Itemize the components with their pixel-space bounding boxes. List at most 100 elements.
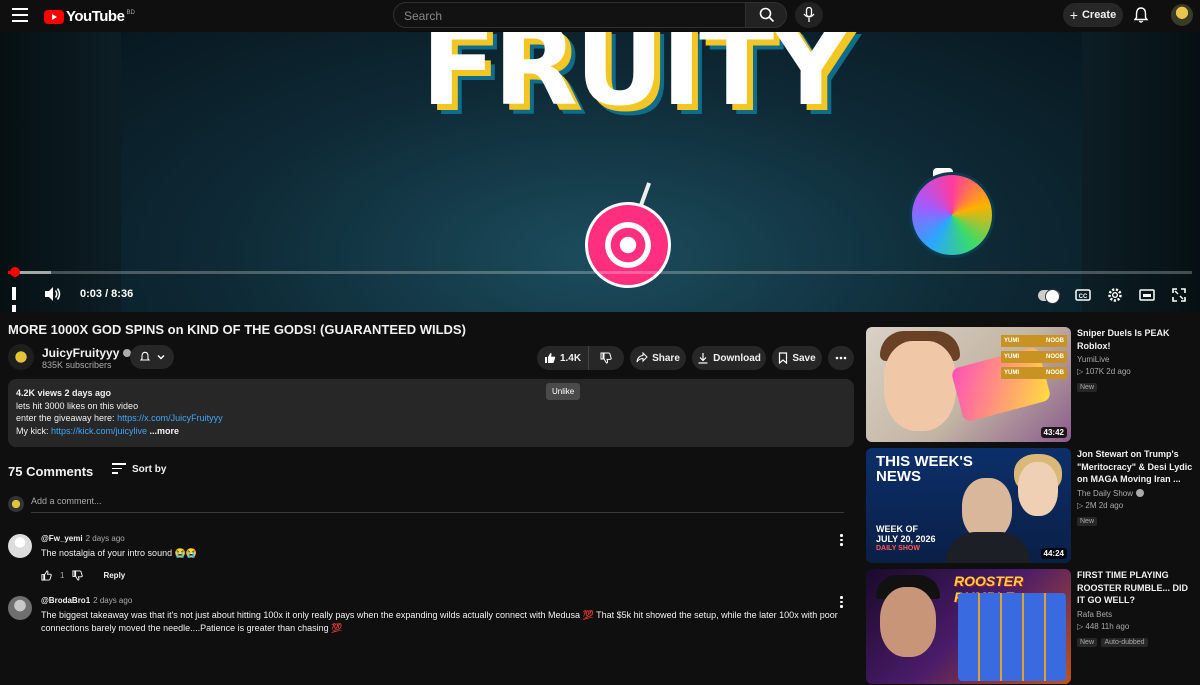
video-thumbnail[interactable]: YUMI NOOB YUMI NOOB YUMI NOOB 43:42 [866, 327, 1071, 442]
comment-time[interactable]: 2 days ago [86, 534, 125, 543]
recommended-video[interactable]: THIS WEEK'S NEWS WEEK OF JULY 20, 2026 DAIL… [866, 448, 1196, 564]
dislike-button[interactable] [589, 346, 623, 370]
volume-icon[interactable] [44, 286, 62, 302]
description-box[interactable]: 4.2K views 2 days ago lets hit 3000 like… [8, 379, 854, 447]
sort-icon [112, 463, 126, 477]
video-thumbnail[interactable]: THIS WEEK'S NEWS WEEK OF JULY 20, 2026 DAIL… [866, 448, 1071, 563]
comment-author[interactable]: @BrodaBro1 [41, 596, 90, 605]
save-label: Save [792, 352, 816, 364]
description-text: My kick: [16, 425, 51, 436]
video-player[interactable]: FRUITY 0:03 / 8:36 CC [0, 32, 1200, 312]
commenter-avatar[interactable] [8, 534, 32, 558]
commenter-avatar[interactable] [8, 596, 32, 620]
like-count: 1.4K [559, 352, 582, 364]
download-label: Download [713, 352, 761, 364]
pause-icon[interactable] [12, 287, 24, 312]
giveaway-link[interactable]: https://x.com/JuicyFruityyy [117, 413, 223, 423]
ornament-graphic [909, 172, 995, 258]
like-dislike-group: 1.4K [537, 346, 624, 370]
recommended-channel-name[interactable]: The Daily Show [1077, 489, 1133, 498]
reply-button[interactable]: Reply [103, 571, 125, 580]
thumbnail-person-face [880, 587, 936, 657]
video-frame[interactable]: FRUITY [121, 32, 1082, 312]
player-controls-right: CC [1038, 284, 1188, 306]
channel-name-row[interactable]: JuicyFruityyy [42, 346, 132, 360]
share-button[interactable]: Share [630, 346, 686, 370]
sort-by-button[interactable]: Sort by [112, 463, 166, 477]
new-badge: New [1077, 637, 1098, 647]
more-horizontal-icon [835, 356, 847, 360]
description-line: lets hit 3000 likes on this video [16, 400, 139, 411]
channel-avatar[interactable] [8, 344, 34, 370]
comment-menu-icon[interactable] [840, 534, 844, 548]
add-comment-input[interactable]: Add a comment... [31, 496, 844, 513]
subscribed-button[interactable] [130, 345, 174, 369]
comment-like-count: 1 [60, 571, 65, 580]
voice-search-button[interactable] [795, 2, 823, 28]
youtube-logo[interactable]: YouTube BD [44, 8, 135, 25]
comment-item: @Fw_yemi 2 days ago The nostalgia of your… [8, 534, 854, 584]
recommended-channel-name[interactable]: Rafa Bets [1077, 610, 1112, 619]
recommended-video-title[interactable]: Jon Stewart on Trump's "Meritocracy" & D… [1077, 448, 1195, 486]
recommended-video-title[interactable]: Sniper Duels Is PEAK Roblox! [1077, 327, 1195, 352]
channel-name[interactable]: JuicyFruityyy [42, 346, 119, 360]
comment-header: @Fw_yemi 2 days ago [41, 534, 125, 543]
create-label: Create [1081, 9, 1117, 21]
thumbnail-tag-text: NOOB [1046, 338, 1064, 344]
thumbnail-tag-text: YUMI [1004, 370, 1019, 376]
kick-link[interactable]: https://kick.com/juicylive [51, 426, 147, 436]
comment-text: The nostalgia of your intro sound 😭😭 [41, 548, 197, 558]
recommended-video[interactable]: ROOSTER RUMBLE FIRST TIME PLAYING ROOSTE… [866, 569, 1196, 685]
comments-count: 75 Comments [8, 464, 94, 479]
account-avatar[interactable] [1171, 4, 1193, 26]
search-input[interactable] [394, 3, 745, 29]
menu-icon[interactable] [12, 8, 28, 22]
recommended-channel[interactable]: Rafa Bets [1077, 610, 1195, 619]
settings-gear-icon[interactable] [1106, 286, 1124, 304]
thumbs-up-icon[interactable] [41, 570, 52, 581]
autoplay-toggle[interactable] [1038, 288, 1060, 304]
comment-author[interactable]: @Fw_yemi [41, 534, 83, 543]
bookmark-icon [779, 352, 788, 364]
comment-time[interactable]: 2 days ago [93, 596, 132, 605]
thumbnail-person-face [884, 341, 956, 431]
recommended-channel[interactable]: YumiLive [1077, 355, 1195, 364]
view-count-date: 4.2K views 2 days ago [16, 388, 112, 398]
description-line: My kick: https://kick.com/juicylive ...m… [16, 425, 846, 438]
recommended-video-info: Sniper Duels Is PEAK Roblox! YumiLive ▷ … [1077, 327, 1195, 394]
search-button[interactable] [745, 2, 787, 28]
recommended-video-stats: ▷ 448 11h ago [1077, 621, 1130, 631]
video-thumbnail[interactable]: ROOSTER RUMBLE [866, 569, 1071, 684]
like-button[interactable]: 1.4K [537, 346, 589, 370]
fullscreen-icon[interactable] [1170, 286, 1188, 304]
search-icon [759, 7, 775, 23]
plus-icon: + [1069, 7, 1078, 23]
more-actions-button[interactable] [828, 346, 854, 370]
download-button[interactable]: Download [692, 346, 766, 370]
recommended-channel[interactable]: The Daily Show [1077, 489, 1195, 498]
player-controls-left: 0:03 / 8:36 [0, 280, 135, 312]
time-display: 0:03 / 8:36 [80, 288, 134, 300]
notifications-bell-icon[interactable] [1132, 6, 1150, 24]
recommended-channel-name[interactable]: YumiLive [1077, 355, 1109, 364]
verified-badge-icon [1136, 489, 1145, 497]
show-more-link[interactable]: ...more [150, 426, 180, 436]
share-label: Share [652, 352, 680, 364]
thumbnail-week-text: WEEK OF JULY 20, 2026 DAILY SHOW [876, 524, 936, 554]
progress-bar[interactable] [8, 267, 1192, 277]
recommended-video[interactable]: YUMI NOOB YUMI NOOB YUMI NOOB 43:42 Sniper … [866, 327, 1196, 443]
captions-icon[interactable]: CC [1074, 286, 1092, 304]
recommended-video-info: FIRST TIME PLAYING ROOSTER RUMBLE... DID… [1077, 569, 1195, 649]
theater-mode-icon[interactable] [1138, 286, 1156, 304]
comment-menu-icon[interactable] [840, 596, 844, 610]
thumbnail-tag-text: YUMI [1004, 338, 1019, 344]
bell-icon [139, 351, 150, 361]
thumbs-down-icon[interactable] [72, 570, 84, 581]
save-button[interactable]: Save [772, 346, 822, 370]
user-avatar [8, 496, 24, 512]
recommended-video-title[interactable]: FIRST TIME PLAYING ROOSTER RUMBLE... DID… [1077, 569, 1195, 607]
thumbnail-tag: YUMI NOOB [1001, 335, 1067, 347]
comment-item: @BrodaBro1 2 days ago The biggest takeawa… [8, 596, 854, 648]
create-button[interactable]: + Create [1063, 3, 1123, 27]
thumbnail-tag-text: NOOB [1046, 370, 1064, 376]
